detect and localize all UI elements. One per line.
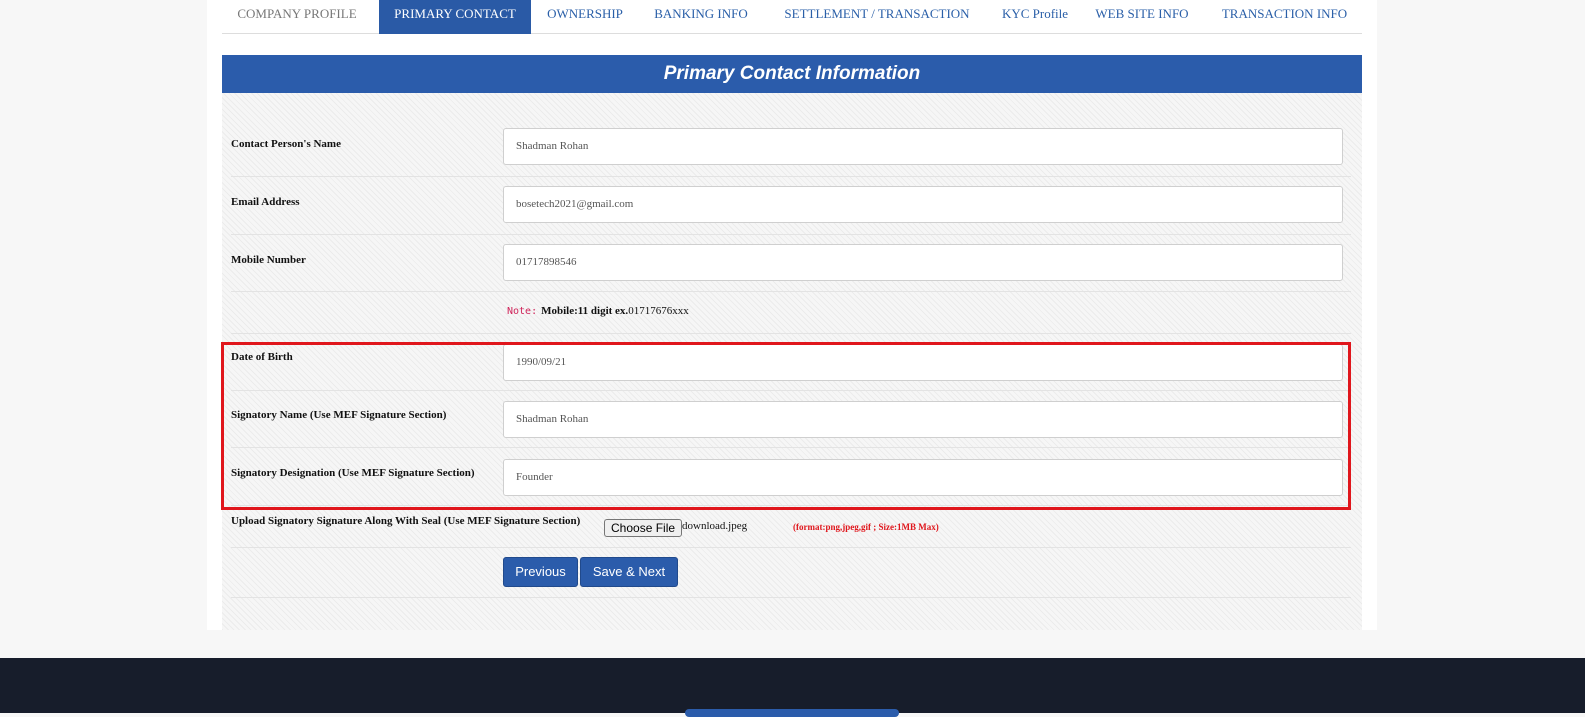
row-divider [231, 447, 1351, 448]
tab-settlement-transaction[interactable]: SETTLEMENT / TRANSACTION [782, 0, 972, 34]
row-divider [231, 390, 1351, 391]
row-divider [231, 291, 1351, 292]
tab-kyc-profile[interactable]: KYC Profile [995, 0, 1075, 34]
upload-signature-label: Upload Signatory Signature Along With Se… [231, 515, 581, 527]
dob-input[interactable]: 1990/09/21 [503, 344, 1343, 381]
tab-web-site-info[interactable]: WEB SITE INFO [1090, 0, 1194, 34]
tab-bar: COMPANY PROFILE PRIMARY CONTACT OWNERSHI… [222, 0, 1362, 34]
row-divider [231, 505, 1351, 506]
signatory-name-label: Signatory Name (Use MEF Signature Sectio… [231, 409, 447, 421]
tab-transaction-info[interactable]: TRANSACTION INFO [1217, 0, 1352, 34]
selected-file-name: download.jpeg [682, 520, 748, 532]
row-divider [231, 333, 1351, 334]
signatory-designation-input[interactable]: Founder [503, 459, 1343, 496]
row-divider [231, 597, 1351, 598]
dob-label: Date of Birth [231, 351, 293, 363]
footer-button[interactable] [685, 709, 899, 717]
tab-ownership[interactable]: OWNERSHIP [539, 0, 631, 34]
mobile-input[interactable]: 01717898546 [503, 244, 1343, 281]
row-divider [231, 234, 1351, 235]
note-bold-text: Mobile:11 digit ex. [541, 305, 629, 317]
tab-banking-info[interactable]: BANKING INFO [647, 0, 755, 34]
email-input[interactable]: bosetech2021@gmail.com [503, 186, 1343, 223]
page-footer [0, 658, 1585, 713]
contact-name-label: Contact Person's Name [231, 138, 341, 150]
email-label: Email Address [231, 196, 300, 208]
panel-title: Primary Contact Information [222, 55, 1362, 93]
mobile-label: Mobile Number [231, 254, 306, 266]
note-example: 01717676xxx [628, 305, 689, 317]
tab-company-profile[interactable]: COMPANY PROFILE [222, 0, 372, 34]
row-divider [231, 547, 1351, 548]
save-next-button[interactable]: Save & Next [580, 557, 678, 587]
tab-primary-contact[interactable]: PRIMARY CONTACT [379, 0, 531, 34]
signatory-name-input[interactable]: Shadman Rohan [503, 401, 1343, 438]
signatory-designation-label: Signatory Designation (Use MEF Signature… [231, 467, 475, 479]
choose-file-button[interactable]: Choose File [604, 519, 683, 537]
upload-format-note: (format:png,jpeg,gif ; Size:1MB Max) [793, 522, 939, 532]
note-tag: Note: [507, 306, 538, 317]
contact-name-input[interactable]: Shadman Rohan [503, 128, 1343, 165]
mobile-format-note: Note: Mobile:11 digit ex.01717676xxx [507, 305, 689, 317]
row-divider [231, 176, 1351, 177]
previous-button[interactable]: Previous [503, 557, 578, 587]
